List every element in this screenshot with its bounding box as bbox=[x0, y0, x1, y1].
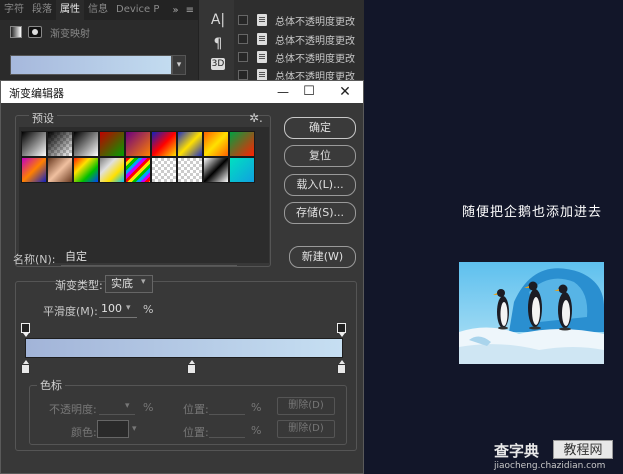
load-button[interactable]: 载入(L)... bbox=[284, 174, 356, 196]
snapshot-checkbox[interactable] bbox=[238, 52, 248, 62]
opacity-location-input[interactable] bbox=[209, 397, 245, 415]
preset-swatch[interactable] bbox=[203, 131, 229, 157]
history-item[interactable]: 总体不透明度更改 bbox=[234, 29, 364, 49]
preset-swatch[interactable] bbox=[47, 157, 73, 183]
presets-label: 预设 bbox=[29, 110, 57, 126]
snapshot-checkbox[interactable] bbox=[238, 34, 248, 44]
history-item[interactable]: 总体不透明度更改 bbox=[234, 47, 364, 67]
character-panel-icon[interactable]: A| bbox=[209, 12, 227, 28]
paragraph-panel-icon[interactable]: ¶ bbox=[209, 36, 227, 52]
history-item[interactable]: 总体不透明度更改 bbox=[234, 10, 364, 30]
stop-color-swatch[interactable] bbox=[97, 420, 129, 438]
tutorial-caption: 随便把企鹅也添加进去 bbox=[462, 205, 603, 220]
chevron-down-icon[interactable]: ▾ bbox=[172, 55, 186, 75]
delete-opacity-stop-button[interactable]: 删除(D) bbox=[277, 397, 335, 415]
preset-swatch[interactable] bbox=[73, 131, 99, 157]
tab-info[interactable]: 信息 bbox=[84, 0, 112, 20]
tool-strip: A| ¶ 3D bbox=[198, 0, 234, 80]
preset-swatch-grid bbox=[21, 131, 261, 183]
3d-panel-icon[interactable]: 3D bbox=[211, 58, 225, 70]
preset-swatch[interactable] bbox=[177, 157, 203, 183]
watermark-logo-text: 查字典 bbox=[494, 442, 540, 460]
minimize-icon[interactable]: — bbox=[271, 82, 295, 102]
opacity-label: 不透明度: bbox=[49, 403, 97, 416]
chevron-down-icon[interactable]: ▾ bbox=[132, 424, 137, 434]
penguin-image bbox=[459, 262, 604, 364]
smoothness-input[interactable]: 100 bbox=[99, 300, 137, 318]
tab-device-preview[interactable]: Device P bbox=[112, 0, 163, 20]
tab-overflow-icon[interactable]: » bbox=[169, 5, 181, 16]
dialog-title: 渐变编辑器 bbox=[9, 87, 64, 100]
tab-properties[interactable]: 属性 bbox=[56, 0, 84, 20]
preset-swatch[interactable] bbox=[151, 131, 177, 157]
gradient-bar[interactable] bbox=[25, 338, 343, 358]
preset-swatch[interactable] bbox=[229, 157, 255, 183]
tab-character[interactable]: 字符 bbox=[0, 0, 28, 20]
color-label: 颜色: bbox=[71, 426, 97, 439]
opacity-location-label: 位置: bbox=[183, 403, 209, 416]
properties-panel: 字符 段落 属性 信息 Device P » ≡ 渐变映射 ▾ bbox=[0, 0, 198, 80]
history-item-label: 总体不透明度更改 bbox=[275, 35, 355, 47]
preset-swatch[interactable] bbox=[47, 131, 73, 157]
preset-swatch[interactable] bbox=[229, 131, 255, 157]
gradient-editor-dialog: 渐变编辑器 — ☐ ✕ 预设 ✲. 确定 复位 载入(L)... 存储(S)..… bbox=[0, 80, 364, 474]
watermark-url: jiaocheng.chazidian.com bbox=[494, 461, 606, 471]
gear-icon[interactable]: ✲. bbox=[249, 111, 263, 125]
tab-paragraph[interactable]: 段落 bbox=[28, 0, 56, 20]
opacity-stop-left[interactable] bbox=[21, 323, 30, 337]
maximize-icon[interactable]: ☐ bbox=[297, 82, 321, 102]
color-stop-left[interactable] bbox=[21, 360, 30, 374]
color-stop-middle[interactable] bbox=[187, 360, 196, 374]
preset-swatch[interactable] bbox=[99, 157, 125, 183]
history-item-label: 总体不透明度更改 bbox=[275, 16, 355, 28]
preset-swatch[interactable] bbox=[99, 131, 125, 157]
color-location-label: 位置: bbox=[183, 426, 209, 439]
preset-swatch[interactable] bbox=[125, 131, 151, 157]
reset-button[interactable]: 复位 bbox=[284, 145, 356, 167]
gradient-map-label: 渐变映射 bbox=[50, 29, 90, 40]
name-input[interactable]: 自定 bbox=[61, 248, 237, 266]
preset-swatch[interactable] bbox=[177, 131, 203, 157]
stops-label: 色标 bbox=[37, 377, 65, 393]
preset-swatch[interactable] bbox=[73, 157, 99, 183]
chevron-down-icon[interactable]: ▾ bbox=[126, 303, 131, 313]
dialog-titlebar[interactable]: 渐变编辑器 — ☐ ✕ bbox=[1, 81, 363, 103]
gradient-type-label: 渐变类型: bbox=[55, 279, 103, 292]
preset-swatch[interactable] bbox=[21, 157, 47, 183]
document-icon bbox=[257, 51, 267, 63]
smoothness-unit: % bbox=[143, 303, 154, 316]
layer-mask-icon[interactable] bbox=[28, 26, 42, 38]
snapshot-checkbox[interactable] bbox=[238, 70, 248, 80]
history-item-label: 总体不透明度更改 bbox=[275, 53, 355, 65]
save-button[interactable]: 存储(S)... bbox=[284, 202, 356, 224]
close-icon[interactable]: ✕ bbox=[333, 82, 357, 102]
delete-color-stop-button[interactable]: 删除(D) bbox=[277, 420, 335, 438]
history-panel: 总体不透明度更改 总体不透明度更改 总体不透明度更改 总体不透明度更改 bbox=[234, 0, 364, 83]
preset-swatch[interactable] bbox=[151, 157, 177, 183]
chevron-down-icon: ▾ bbox=[141, 277, 146, 287]
panel-menu-icon[interactable]: ≡ bbox=[182, 5, 198, 16]
opacity-unit: % bbox=[143, 401, 154, 414]
snapshot-checkbox[interactable] bbox=[238, 15, 248, 25]
panel-tab-bar: 字符 段落 属性 信息 Device P » ≡ bbox=[0, 0, 198, 20]
smoothness-label: 平滑度(M): bbox=[43, 305, 98, 318]
opacity-location-unit: % bbox=[251, 401, 262, 414]
chevron-down-icon[interactable]: ▾ bbox=[125, 401, 130, 411]
color-stop-right[interactable] bbox=[337, 360, 346, 374]
color-location-input[interactable] bbox=[209, 420, 245, 438]
new-button[interactable]: 新建(W) bbox=[289, 246, 356, 268]
document-icon bbox=[257, 33, 267, 45]
gradient-map-icon[interactable] bbox=[10, 26, 22, 38]
preset-swatch[interactable] bbox=[21, 131, 47, 157]
document-icon bbox=[257, 14, 267, 26]
preset-swatch[interactable] bbox=[203, 157, 229, 183]
watermark-badge: 教程网 bbox=[553, 440, 613, 459]
gradient-preview[interactable] bbox=[10, 55, 172, 75]
ok-button[interactable]: 确定 bbox=[284, 117, 356, 139]
preset-swatch[interactable] bbox=[125, 157, 151, 183]
name-label: 名称(N): bbox=[13, 253, 56, 266]
color-location-unit: % bbox=[251, 424, 262, 437]
opacity-stop-right[interactable] bbox=[337, 323, 346, 337]
